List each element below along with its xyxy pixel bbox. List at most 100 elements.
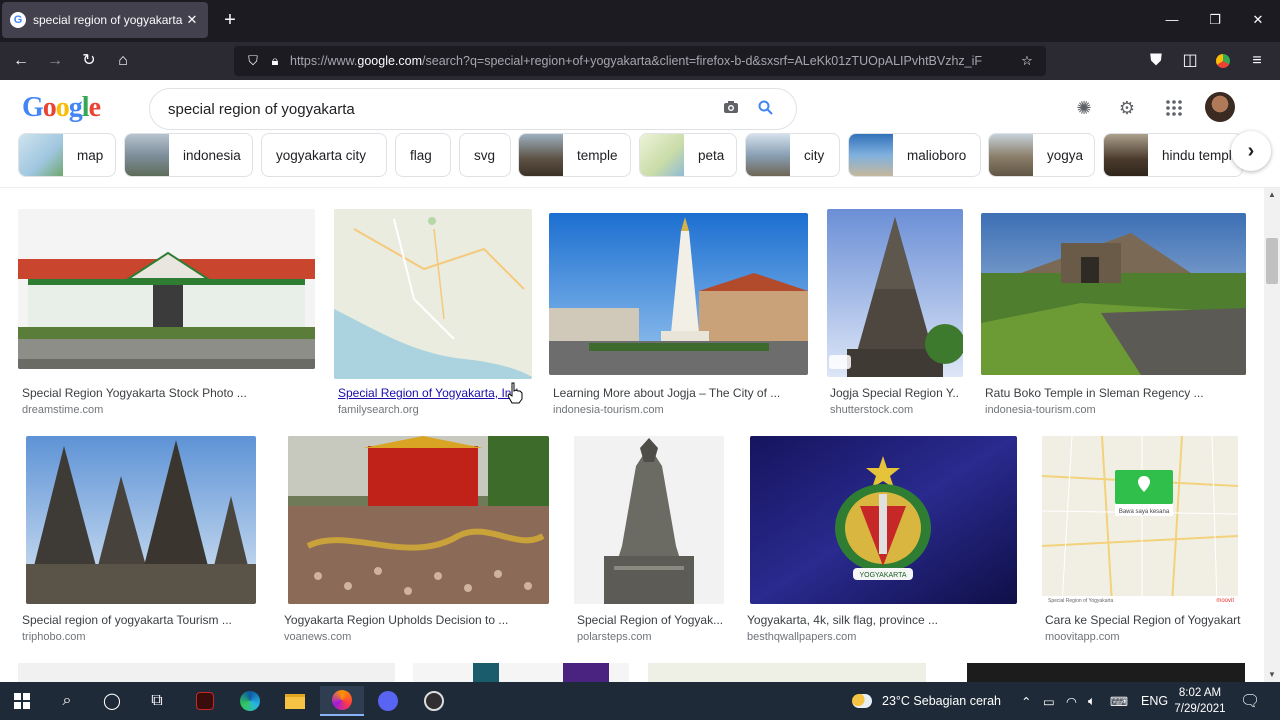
- result-caption[interactable]: Ratu Boko Temple in Sleman Regency ...: [985, 386, 1243, 400]
- cortana-icon[interactable]: ◯: [90, 686, 134, 716]
- battery-icon[interactable]: ▭: [1043, 682, 1055, 720]
- scrollbar-thumb[interactable]: [1266, 238, 1278, 284]
- keyboard-icon[interactable]: ⌨: [1110, 682, 1128, 720]
- windows-start-icon[interactable]: [0, 686, 44, 716]
- scroll-down-icon[interactable]: ▼: [1264, 670, 1280, 679]
- pocket-icon[interactable]: ⛊: [1145, 50, 1167, 72]
- menu-icon[interactable]: ≡: [1246, 50, 1268, 72]
- close-tab-icon[interactable]: ✕: [184, 12, 200, 28]
- discord-icon[interactable]: [366, 686, 410, 716]
- result-source[interactable]: besthqwallpapers.com: [747, 631, 856, 643]
- browser-tab[interactable]: G special region of yogyakarta - G ✕: [2, 2, 208, 38]
- sidebar-icon[interactable]: ◫: [1179, 50, 1201, 72]
- result-caption[interactable]: Special Region of Yogyak...: [577, 613, 722, 627]
- result-image-silk-flag[interactable]: YOGYAKARTA: [750, 436, 1017, 604]
- obs-icon[interactable]: [412, 686, 456, 716]
- volume-icon[interactable]: 🔈︎: [1088, 682, 1096, 720]
- image-result-partial[interactable]: [648, 663, 926, 682]
- system-clock[interactable]: 8:02 AM 7/29/2021: [1168, 685, 1232, 717]
- image-result[interactable]: Yogyakarta Region Upholds Decision to ..…: [284, 436, 549, 646]
- bookmark-star-icon[interactable]: ☆: [1016, 53, 1038, 69]
- result-source[interactable]: polarsteps.com: [577, 631, 652, 643]
- wifi-icon[interactable]: ◠: [1066, 682, 1077, 720]
- image-result[interactable]: Ratu Boko Temple in Sleman Regency ... i…: [981, 213, 1246, 419]
- avatar[interactable]: [1205, 92, 1235, 122]
- edge-icon[interactable]: [228, 686, 272, 716]
- search-box[interactable]: [149, 88, 797, 130]
- chevron-right-icon[interactable]: ›: [1231, 131, 1271, 171]
- forward-icon[interactable]: →: [44, 50, 66, 72]
- result-image-tugu[interactable]: [549, 213, 808, 375]
- address-bar[interactable]: ⛉ 🔒︎ https://www.google.com/search?q=spe…: [234, 46, 1046, 76]
- result-caption[interactable]: Special Region of Yogyakarta, Ind: [338, 386, 518, 400]
- result-caption[interactable]: Jogja Special Region Y...: [830, 386, 960, 400]
- image-result[interactable]: Jogja Special Region Y... shutterstock.c…: [827, 209, 963, 419]
- chip-malioboro[interactable]: malioboro: [848, 133, 981, 177]
- google-doodle-logo[interactable]: Google: [22, 92, 110, 126]
- task-view-icon[interactable]: ⧉: [135, 686, 179, 716]
- result-image-prambanan[interactable]: [827, 209, 963, 377]
- chip-flag[interactable]: flag: [395, 133, 451, 177]
- show-hidden-icons[interactable]: ⌃: [1021, 682, 1031, 720]
- result-image-map[interactable]: [334, 209, 532, 379]
- result-source[interactable]: shutterstock.com: [830, 404, 913, 416]
- result-source[interactable]: dreamstime.com: [22, 404, 103, 416]
- scroll-up-icon[interactable]: ▲: [1264, 190, 1280, 199]
- result-image-moovit-map[interactable]: Bawa saya kesana Special Region of Yogya…: [1042, 436, 1238, 604]
- minimize-icon[interactable]: —: [1162, 12, 1182, 27]
- close-window-icon[interactable]: ✕: [1248, 12, 1268, 28]
- shield-icon[interactable]: ⛉: [242, 53, 264, 69]
- result-caption[interactable]: Special Region Yogyakarta Stock Photo ..…: [22, 386, 312, 400]
- image-result[interactable]: Bawa saya kesana Special Region of Yogya…: [1042, 436, 1241, 646]
- gear-icon[interactable]: ⚙: [1114, 95, 1140, 121]
- url-text[interactable]: https://www.google.com/search?q=special+…: [290, 54, 1016, 68]
- back-icon[interactable]: ←: [10, 50, 32, 72]
- extension-icon[interactable]: [1212, 50, 1234, 72]
- firefox-icon[interactable]: [320, 686, 364, 716]
- restore-icon[interactable]: ❐: [1205, 12, 1225, 28]
- image-result[interactable]: Special Region of Yogyak... polarsteps.c…: [574, 436, 724, 646]
- chip-yogyakarta-city[interactable]: yogyakarta city: [261, 133, 387, 177]
- image-result-partial[interactable]: [413, 663, 629, 682]
- chip-map[interactable]: map: [18, 133, 116, 177]
- result-source[interactable]: moovitapp.com: [1045, 631, 1120, 643]
- result-image-crowd[interactable]: [288, 436, 549, 604]
- result-caption[interactable]: Yogyakarta, 4k, silk flag, province ...: [747, 613, 1012, 627]
- result-caption[interactable]: Cara ke Special Region of Yogyakart...: [1045, 613, 1241, 627]
- result-source[interactable]: familysearch.org: [338, 404, 419, 416]
- result-image-temples[interactable]: [26, 436, 256, 604]
- result-caption[interactable]: Yogyakarta Region Upholds Decision to ..…: [284, 613, 542, 627]
- chip-hindu-temple[interactable]: hindu templ: [1103, 133, 1243, 177]
- chip-peta[interactable]: peta: [639, 133, 737, 177]
- chip-svg[interactable]: svg: [459, 133, 511, 177]
- image-result[interactable]: YOGYAKARTA Yogyakarta, 4k, silk flag, pr…: [747, 436, 1017, 646]
- result-image-monument[interactable]: [574, 436, 724, 604]
- result-source[interactable]: indonesia-tourism.com: [553, 404, 664, 416]
- image-result[interactable]: Special region of yogyakarta Tourism ...…: [22, 436, 256, 646]
- lock-icon[interactable]: 🔒︎: [264, 53, 286, 69]
- result-caption[interactable]: Special region of yogyakarta Tourism ...: [22, 613, 254, 627]
- image-result[interactable]: Special Region of Yogyakarta, Ind family…: [334, 209, 532, 419]
- chip-temple[interactable]: temple: [518, 133, 631, 177]
- image-result[interactable]: Learning More about Jogja – The City of …: [549, 213, 808, 419]
- search-icon[interactable]: ⌕: [45, 686, 89, 716]
- result-image-keraton[interactable]: [18, 209, 315, 369]
- game-app-icon[interactable]: [183, 686, 227, 716]
- chip-yogya[interactable]: yogya: [988, 133, 1095, 177]
- result-image-ratu-boko[interactable]: [981, 213, 1246, 375]
- home-icon[interactable]: ⌂: [112, 50, 134, 72]
- search-input[interactable]: [168, 100, 710, 118]
- chip-indonesia[interactable]: indonesia: [124, 133, 253, 177]
- image-result-partial[interactable]: [18, 663, 395, 682]
- search-icon[interactable]: [752, 100, 778, 119]
- notification-icon[interactable]: 🗨︎: [1240, 682, 1260, 720]
- apps-grid-icon[interactable]: [1161, 95, 1187, 121]
- image-result[interactable]: Special Region Yogyakarta Stock Photo ..…: [18, 209, 315, 419]
- chip-city[interactable]: city: [745, 133, 840, 177]
- weather-widget[interactable]: 23°C Sebagian cerah: [852, 682, 1001, 720]
- file-explorer-icon[interactable]: [273, 686, 317, 716]
- reload-icon[interactable]: ↻: [78, 50, 100, 72]
- page-scrollbar[interactable]: ▲ ▼: [1264, 188, 1280, 682]
- image-result-partial[interactable]: [967, 663, 1245, 682]
- brightness-icon[interactable]: ✺: [1071, 95, 1097, 121]
